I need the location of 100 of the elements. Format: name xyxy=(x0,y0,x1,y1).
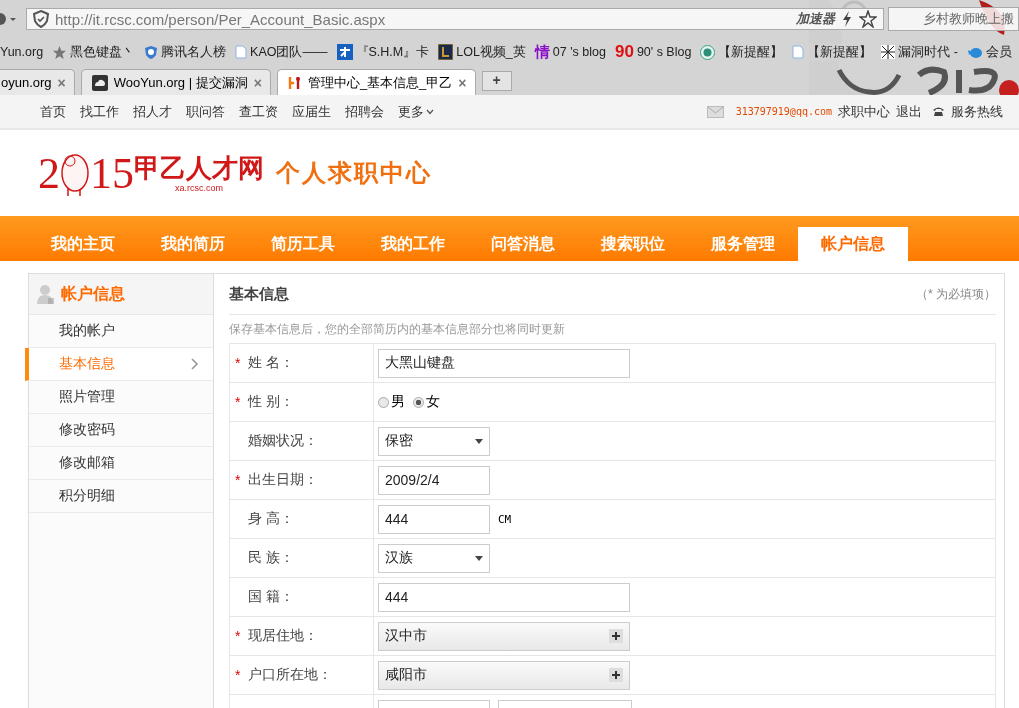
bookmark-label: 07 's blog xyxy=(552,45,606,59)
info-note: 保存基本信息后，您的全部简历内的基本信息部分也将同时更新 xyxy=(229,321,566,338)
required-mark: * xyxy=(235,355,241,371)
sidebar-item[interactable]: 修改邮箱 xyxy=(25,447,213,480)
tab-title: oyun.org xyxy=(1,75,52,90)
required-mark: * xyxy=(235,628,241,644)
sidebar-item[interactable]: 修改密码 xyxy=(25,414,213,447)
bookmark[interactable]: KAO团队—— xyxy=(235,43,328,61)
radio-button[interactable] xyxy=(413,396,424,408)
new-tab-button[interactable]: + xyxy=(481,71,512,91)
phone-icon xyxy=(932,106,945,117)
user-icon xyxy=(37,284,55,304)
page-icon xyxy=(235,45,248,59)
field-label: 民 族： xyxy=(248,549,294,567)
top-link[interactable]: 应届生 xyxy=(292,102,331,121)
input-field[interactable]: 444 xyxy=(378,582,630,612)
chevron-icon xyxy=(191,358,199,370)
field-label: 现居住地： xyxy=(248,627,318,645)
plus-icon xyxy=(609,668,623,682)
bookmark-label: 黑色键盘丶 xyxy=(70,43,136,61)
radio-button[interactable] xyxy=(378,396,389,408)
input-field[interactable]: 2009/2/4 xyxy=(378,465,490,495)
page-icon xyxy=(792,45,805,59)
caret-icon xyxy=(475,555,483,561)
close-button[interactable]: × xyxy=(458,74,467,91)
bookmark[interactable]: 90 90' s Blog xyxy=(614,42,692,62)
logo-icon xyxy=(287,74,302,91)
caret-icon xyxy=(475,438,483,444)
logo-domain: xa.rcsc.com xyxy=(175,183,223,193)
bookmark[interactable]: 漏洞时代 - xyxy=(881,43,959,61)
field-label: 户口所在地： xyxy=(248,666,332,684)
sidebar-title: 帐户信息 xyxy=(61,283,125,304)
glyph-icon: 情 xyxy=(534,42,550,62)
select-field[interactable]: 保密 xyxy=(378,426,490,456)
back-icon[interactable] xyxy=(0,12,18,26)
bookmark-label: KAO团队—— xyxy=(250,43,328,61)
star-icon[interactable] xyxy=(859,10,877,28)
radio-option[interactable]: 男 xyxy=(378,393,405,411)
required-mark: * xyxy=(235,394,241,410)
bookmark[interactable]: 腾讯名人榜 xyxy=(144,43,227,61)
required-hint: （* 为必填项） xyxy=(916,285,996,303)
region-picker[interactable]: 汉中市 xyxy=(378,621,630,651)
close-button[interactable]: × xyxy=(57,74,66,91)
bookmark[interactable]: LOL视频_英 xyxy=(438,43,526,61)
search-field[interactable]: 乡村教师晚上搬 xyxy=(888,7,1019,31)
region-picker[interactable]: 咸阳市 xyxy=(378,660,630,690)
accelerator-label[interactable]: 加速器 xyxy=(796,10,835,28)
tab-title: 管理中心_基本信息_甲乙 xyxy=(307,73,453,92)
bookmark[interactable]: 会员 xyxy=(967,43,1013,61)
hotline-link[interactable]: 服务热线 xyxy=(951,102,1003,121)
bookmark-label: 90' s Blog xyxy=(636,45,692,59)
bird-icon xyxy=(967,45,984,59)
top-link[interactable]: 首页 xyxy=(40,102,66,121)
field-label: 出生日期： xyxy=(248,471,318,489)
sidebar-item[interactable]: 照片管理 xyxy=(25,381,213,414)
bookmark[interactable]: 『S.H.M』卡 xyxy=(336,43,430,61)
close-button[interactable]: × xyxy=(253,74,262,91)
select-field[interactable]: 汉族 xyxy=(378,543,490,573)
bookmark[interactable]: Yun.org xyxy=(0,45,44,59)
unit-label: CM xyxy=(498,512,512,526)
bookmark-label: 『S.H.M』卡 xyxy=(355,43,430,61)
mail-icon xyxy=(706,105,724,118)
lightning-icon[interactable] xyxy=(841,10,853,28)
browser-tab[interactable]: 管理中心_基本信息_甲乙 × xyxy=(276,69,476,95)
input-field[interactable]: 444 xyxy=(378,504,490,534)
browser-tab[interactable]: oyun.org × xyxy=(0,69,75,95)
bookmark-label: LOL视频_英 xyxy=(456,43,526,61)
top-link[interactable]: 职问答 xyxy=(186,102,225,121)
top-link[interactable]: 求职中心 xyxy=(838,102,890,121)
plus-icon xyxy=(609,629,623,643)
ka-icon xyxy=(336,44,353,60)
field-label: 婚姻状况： xyxy=(248,432,318,450)
bookmark-label: 腾讯名人榜 xyxy=(161,43,227,61)
browser-tab[interactable]: WooYun.org | 提交漏洞 × xyxy=(80,69,271,95)
panel-title: 基本信息 xyxy=(229,284,289,304)
bookmark-label: 【新提醒】 xyxy=(718,43,784,61)
address-bar[interactable]: http://it.rcsc.com/person/Per_Account_Basic.aspx 加速器 xyxy=(26,8,884,30)
top-link[interactable]: 更多 xyxy=(398,102,434,121)
bookmark-label: 会员 xyxy=(986,43,1013,61)
bookmark[interactable]: 情 07 's blog xyxy=(534,42,606,62)
input-field[interactable]: 大黑山键盘 xyxy=(378,348,630,378)
required-mark: * xyxy=(235,472,241,488)
top-link[interactable]: 退出 xyxy=(896,102,922,121)
glyph-icon: 90 xyxy=(614,42,634,62)
tab-title: WooYun.org | 提交漏洞 xyxy=(113,73,248,92)
top-link[interactable]: 查工资 xyxy=(239,102,278,121)
cross-icon xyxy=(881,45,896,59)
radio-option[interactable]: 女 xyxy=(413,393,440,411)
top-link[interactable]: 招聘会 xyxy=(345,102,384,121)
lol-icon xyxy=(438,44,454,60)
top-link[interactable]: 找工作 xyxy=(80,102,119,121)
logo-name: 甲乙人才网 xyxy=(134,153,264,183)
star-icon xyxy=(52,44,68,60)
bookmark-label: 漏洞时代 - xyxy=(898,43,959,61)
url-text: http://it.rcsc.com/person/Per_Account_Basic.aspx xyxy=(55,10,387,28)
bookmark-label: 【新提醒】 xyxy=(807,43,873,61)
email-link[interactable]: 313797919@qq.com xyxy=(735,106,832,117)
required-mark: * xyxy=(235,667,241,683)
top-link[interactable]: 招人才 xyxy=(133,102,172,121)
sidebar-item[interactable]: 积分明细 xyxy=(25,480,213,513)
